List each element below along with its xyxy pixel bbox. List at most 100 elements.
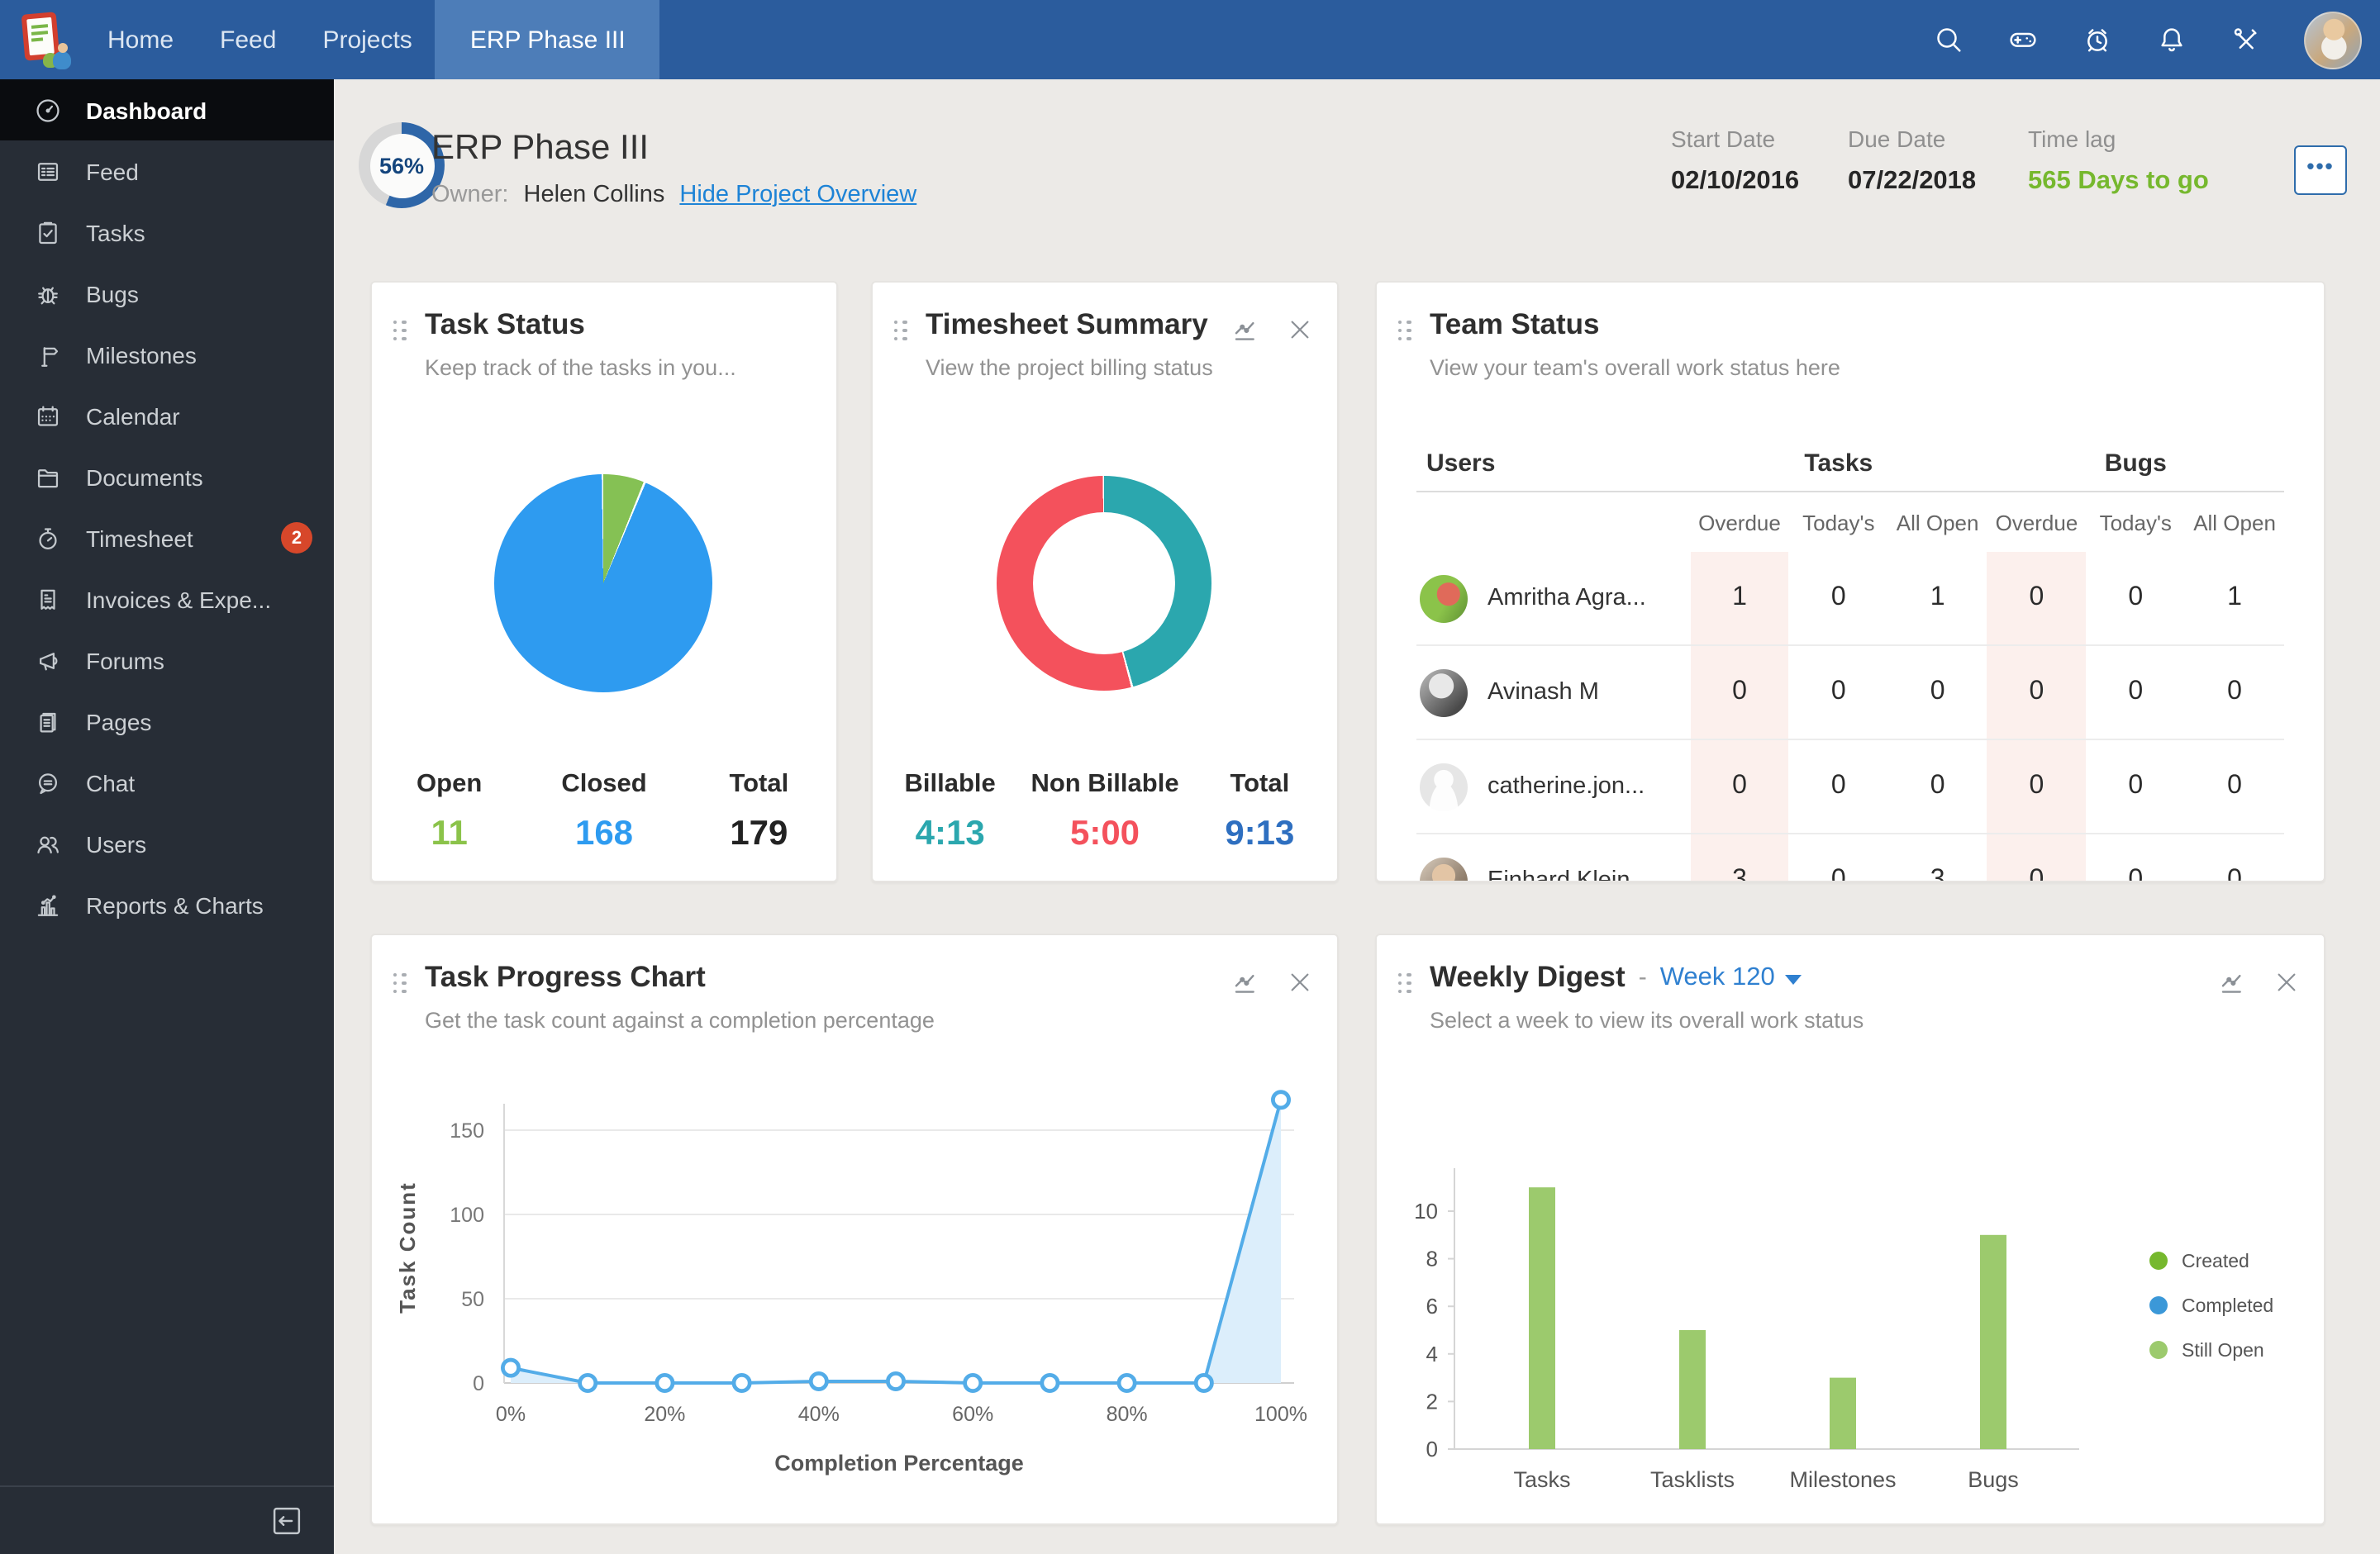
close-icon[interactable] bbox=[1286, 316, 1314, 344]
sidebar-item-dashboard[interactable]: Dashboard bbox=[0, 79, 334, 140]
sidebar-item-bugs[interactable]: Bugs bbox=[0, 263, 334, 324]
main-content: 56% ERP Phase III Owner: Helen Collins H… bbox=[334, 79, 2380, 1554]
search-icon[interactable] bbox=[1932, 23, 1965, 56]
tasks-count: 0 bbox=[1788, 644, 1888, 739]
sidebar-item-label: Calendar bbox=[86, 402, 180, 429]
pages-icon bbox=[33, 706, 63, 736]
sub-col-header: All Open bbox=[2193, 510, 2276, 535]
team-status-row[interactable]: Einhard Klein 3 0 3 0 0 0 bbox=[1416, 833, 2284, 881]
stat-value: 4:13 bbox=[915, 815, 985, 853]
stat-value: 11 bbox=[431, 815, 468, 853]
widget-title: Timesheet Summary bbox=[926, 307, 1208, 340]
sub-col-header: Today's bbox=[1802, 510, 1875, 535]
svg-text:150: 150 bbox=[450, 1119, 484, 1143]
sidebar-item-tasks[interactable]: Tasks bbox=[0, 202, 334, 263]
gamepad-icon[interactable] bbox=[2006, 23, 2040, 56]
sidebar-item-pages[interactable]: Pages bbox=[0, 691, 334, 752]
nav-tab-feed[interactable]: Feed bbox=[197, 0, 299, 79]
tasks-count: 0 bbox=[1690, 739, 1789, 834]
start-date-field: Start Date 02/10/2016 bbox=[1671, 126, 1799, 197]
bugs-count: 0 bbox=[2086, 739, 2186, 834]
task-status-pie-chart bbox=[494, 474, 712, 692]
stat-label: Open bbox=[416, 770, 483, 798]
sidebar-item-feed[interactable]: Feed bbox=[0, 140, 334, 202]
project-owner-row: Owner: Helen Collins Hide Project Overvi… bbox=[431, 182, 916, 208]
due-date-label: Due Date bbox=[1848, 126, 1946, 152]
hide-project-overview-link[interactable]: Hide Project Overview bbox=[679, 182, 916, 208]
chart-type-icon[interactable] bbox=[1231, 316, 1259, 344]
team-status-row[interactable]: catherine.jon... 0 0 0 0 0 0 bbox=[1416, 739, 2284, 834]
tasks-count: 0 bbox=[1690, 644, 1789, 739]
sidebar-item-label: Dashboard bbox=[86, 97, 207, 123]
sidebar-item-calendar[interactable]: Calendar bbox=[0, 385, 334, 446]
app-logo-icon[interactable] bbox=[13, 12, 76, 69]
svg-text:Tasks: Tasks bbox=[1513, 1467, 1570, 1492]
gauge-icon bbox=[33, 95, 63, 125]
more-options-button[interactable]: ••• bbox=[2294, 145, 2347, 195]
primary-tabs: Home Feed Projects ERP Phase III bbox=[84, 0, 660, 79]
drag-handle-icon[interactable] bbox=[1398, 973, 1411, 993]
nav-tab-projects[interactable]: Projects bbox=[299, 0, 435, 79]
timesheet-stats: Billable 4:13 Non Billable 5:00 Total 9:13 bbox=[873, 770, 1337, 854]
svg-text:50: 50 bbox=[461, 1288, 484, 1311]
project-progress-value: 56% bbox=[378, 153, 425, 178]
sidebar-item-label: Timesheet bbox=[86, 525, 193, 551]
team-status-row[interactable]: Avinash M000000 bbox=[1416, 644, 2284, 739]
chart-type-icon[interactable] bbox=[2218, 968, 2246, 996]
sub-col-header: Today's bbox=[2099, 510, 2172, 535]
sidebar-item-label: Users bbox=[86, 830, 147, 857]
users-icon bbox=[33, 829, 63, 858]
sidebar-item-invoices-expe[interactable]: Invoices & Expe... bbox=[0, 568, 334, 630]
sidebar-item-users[interactable]: Users bbox=[0, 813, 334, 874]
nav-tab-home[interactable]: Home bbox=[84, 0, 197, 79]
tools-icon[interactable] bbox=[2230, 23, 2263, 56]
svg-text:2: 2 bbox=[1426, 1389, 1438, 1414]
stat-closed: Closed 168 bbox=[526, 770, 681, 854]
bell-icon[interactable] bbox=[2155, 23, 2188, 56]
close-icon[interactable] bbox=[1286, 968, 1314, 996]
sidebar-item-timesheet[interactable]: Timesheet 2 bbox=[0, 507, 334, 568]
tasks-count: 1 bbox=[1930, 583, 1945, 611]
top-nav: Home Feed Projects ERP Phase III bbox=[0, 0, 2380, 79]
sidebar-item-milestones[interactable]: Milestones bbox=[0, 324, 334, 385]
sidebar-item-documents[interactable]: Documents bbox=[0, 446, 334, 507]
svg-text:6: 6 bbox=[1426, 1294, 1438, 1319]
widget-title: Task Progress Chart bbox=[425, 960, 706, 993]
bugs-count: 0 bbox=[2128, 583, 2144, 611]
sidebar-item-reports-charts[interactable]: Reports & Charts bbox=[0, 874, 334, 935]
svg-text:Task Count: Task Count bbox=[395, 1181, 420, 1314]
chart-type-icon[interactable] bbox=[1231, 968, 1259, 996]
drag-handle-icon[interactable] bbox=[393, 973, 407, 993]
nav-tab-erp-phase-iii[interactable]: ERP Phase III bbox=[435, 0, 660, 79]
drag-handle-icon[interactable] bbox=[1398, 321, 1411, 340]
drag-handle-icon[interactable] bbox=[393, 321, 407, 340]
receipt-icon bbox=[33, 584, 63, 614]
time-lag-field: Time lag 565 Days to go bbox=[2028, 126, 2209, 197]
svg-text:Completed: Completed bbox=[2182, 1295, 2273, 1316]
week-selector-dropdown[interactable]: Week 120 bbox=[1660, 962, 1802, 992]
sidebar-collapse-button[interactable] bbox=[269, 1503, 304, 1537]
col-group-bugs: Bugs bbox=[1987, 435, 2284, 492]
alarm-clock-icon[interactable] bbox=[2081, 23, 2114, 56]
tasks-count: 3 bbox=[1887, 833, 1987, 881]
sidebar-item-label: Reports & Charts bbox=[86, 891, 264, 918]
folder-icon bbox=[33, 462, 63, 492]
bar-chart-icon bbox=[33, 890, 63, 920]
task-progress-widget: Task Progress Chart Get the task count a… bbox=[370, 934, 1339, 1525]
user-name: Avinash M bbox=[1488, 679, 1599, 706]
sidebar-item-forums[interactable]: Forums bbox=[0, 630, 334, 691]
drag-handle-icon[interactable] bbox=[894, 321, 907, 340]
team-status-row[interactable]: Amritha Agra... 1 0 1 0 0 1 bbox=[1416, 552, 2284, 645]
sidebar-item-label: Documents bbox=[86, 463, 203, 490]
sidebar-item-chat[interactable]: Chat bbox=[0, 752, 334, 813]
weekly-digest-widget: Weekly Digest - Week 120 Select a week t… bbox=[1375, 934, 2325, 1525]
avatar bbox=[1420, 857, 1468, 881]
svg-text:0%: 0% bbox=[496, 1403, 526, 1426]
sidebar-item-label: Chat bbox=[86, 769, 136, 796]
user-avatar[interactable] bbox=[2304, 11, 2362, 69]
close-icon[interactable] bbox=[2273, 968, 2301, 996]
stat-open: Open 11 bbox=[372, 770, 526, 854]
stat-label: Non Billable bbox=[1031, 770, 1179, 798]
svg-text:10: 10 bbox=[1414, 1199, 1438, 1224]
svg-text:20%: 20% bbox=[644, 1403, 685, 1426]
